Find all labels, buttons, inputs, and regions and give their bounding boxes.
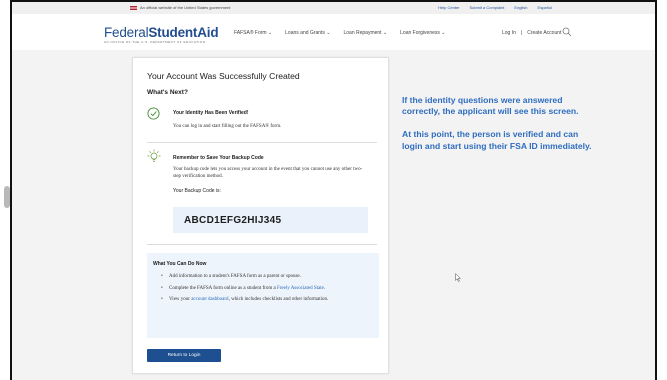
backup-code-title: Remember to Save Your Backup Code [173, 155, 264, 161]
lightbulb-icon [147, 149, 161, 162]
divider [147, 244, 377, 245]
freely-associated-state-link[interactable]: Freely Associated State [277, 286, 324, 291]
backup-code-label: Your Backup Code is: [173, 188, 221, 194]
what-you-can-do-heading: What You Can Do Now [153, 261, 207, 267]
submit-complaint-link[interactable]: Submit a Complaint [470, 5, 505, 10]
todo-item-text: Add information to a student's FAFSA for… [169, 274, 301, 279]
identity-verified-title: Your Identity Has Been Verified! [173, 110, 249, 116]
nav-loan-forgiveness[interactable]: Loan Forgiveness ⌄ [400, 30, 445, 36]
logo-regular-text: Federal [104, 25, 149, 40]
annotation-paragraph: At this point, the person is verified an… [402, 129, 592, 151]
nav-loan-repayment[interactable]: Loan Repayment ⌄ [343, 30, 387, 36]
nav-fafsa-form[interactable]: FAFSA® Form ⌄ [234, 30, 272, 36]
site-header: FederalStudentAid AN OFFICE OF THE U.S. … [12, 14, 655, 50]
list-item: Add information to a student's FAFSA for… [161, 274, 371, 281]
backup-code-value: ABCD1EFG2HIJ345 [184, 215, 282, 226]
annotation-text: If the identity questions were answered … [402, 95, 592, 164]
identity-verified-text: You can log in and start filling out the… [173, 124, 282, 129]
english-link[interactable]: English [514, 5, 527, 10]
backup-code-box: ABCD1EFG2HIJ345 [173, 207, 368, 233]
help-center-link[interactable]: Help Center [438, 5, 459, 10]
what-you-can-do-panel: What You Can Do Now Add information to a… [147, 253, 379, 338]
us-flag-icon [130, 6, 137, 10]
espanol-link[interactable]: Español [538, 5, 552, 10]
logo-bold-text: StudentAid [148, 25, 219, 40]
account-links: Log In | Create Account [502, 30, 561, 36]
check-circle-icon [147, 107, 160, 120]
nav-loans-and-grants[interactable]: Loans and Grants ⌄ [285, 30, 330, 36]
account-dashboard-link[interactable]: account dashboard [191, 297, 228, 302]
logo-subtitle: AN OFFICE OF THE U.S. DEPARTMENT OF EDUC… [104, 40, 206, 44]
todo-item-text: , which includes checklists and other in… [228, 297, 329, 303]
todo-list: Add information to a student's FAFSA for… [161, 274, 371, 309]
link-separator: | [520, 30, 523, 36]
search-icon[interactable] [562, 27, 572, 37]
whats-next-heading: What's Next? [147, 89, 188, 96]
gov-banner-text: An official website of the United States… [140, 5, 231, 10]
login-link[interactable]: Log In [502, 30, 516, 36]
browser-viewport: An official website of the United States… [10, 0, 657, 380]
annotation-paragraph: If the identity questions were answered … [402, 95, 579, 117]
return-to-login-button[interactable]: Return to Login [147, 349, 221, 362]
divider [147, 142, 377, 143]
main-nav: FAFSA® Form ⌄ Loans and Grants ⌄ Loan Re… [234, 30, 445, 36]
site-logo[interactable]: FederalStudentAid [104, 25, 219, 40]
utility-links: Help Center Submit a Complaint English E… [438, 5, 552, 10]
todo-item-text: . [323, 285, 326, 291]
create-account-link[interactable]: Create Account [527, 30, 561, 36]
list-item: Complete the FAFSA form online as a stud… [161, 286, 371, 293]
gov-banner: An official website of the United States… [12, 2, 655, 14]
backup-code-text: Your backup code lets you access your ac… [173, 167, 363, 179]
todo-item-text: Complete the FAFSA form online as a stud… [169, 285, 277, 291]
page-title: Your Account Was Successfully Created [147, 71, 300, 81]
todo-item-text: View your [169, 297, 192, 303]
list-item: View your account dashboard, which inclu… [161, 297, 371, 304]
mouse-cursor-icon [455, 273, 461, 282]
account-created-card: Your Account Was Successfully Created Wh… [132, 57, 389, 374]
